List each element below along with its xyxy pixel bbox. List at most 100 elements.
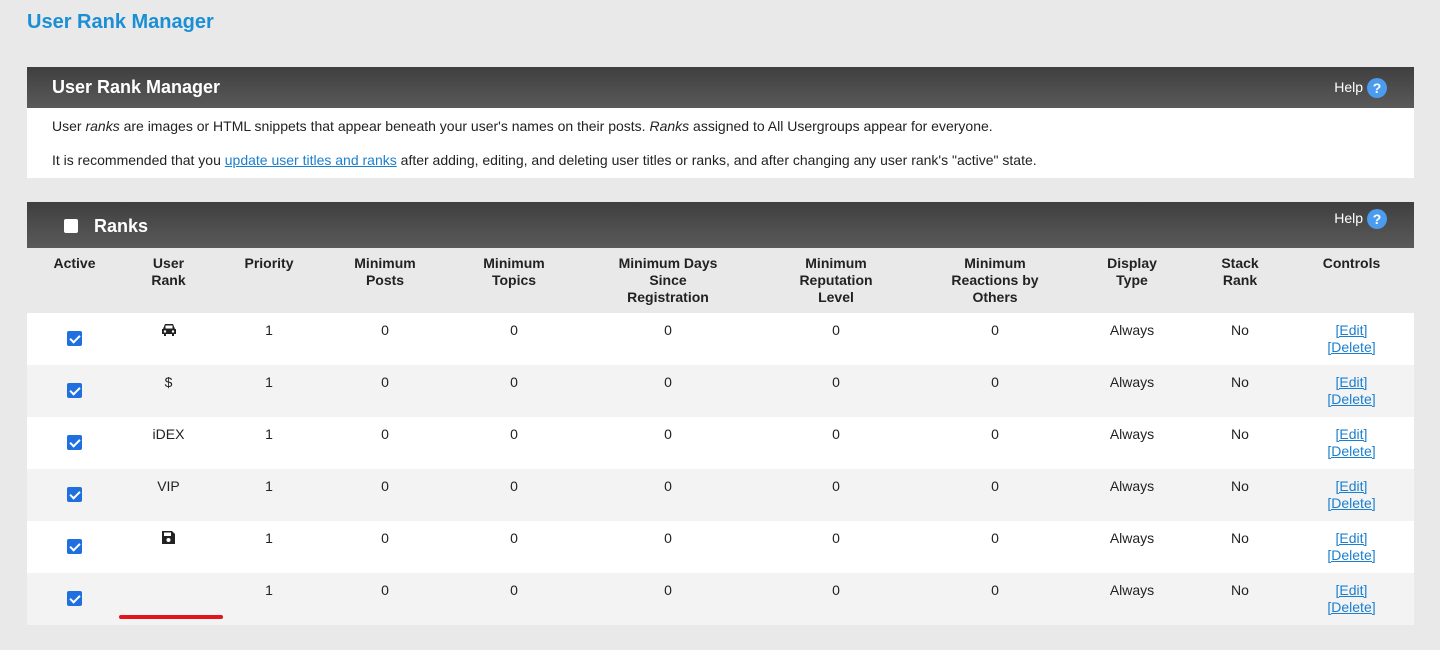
stack-rank-cell: No — [1231, 582, 1249, 598]
column-header-minimum-reputation: Minimum Reputation Level — [755, 248, 917, 313]
table-row: 1 0 0 0 0 0 Always No [Edit] [Delete] — [27, 521, 1414, 573]
min-posts-cell: 0 — [381, 530, 389, 546]
table-row: VIP 1 0 0 0 0 0 Always No [Edit] [Delete] — [27, 469, 1414, 521]
user-rank-cell: $ — [122, 365, 215, 417]
display-type-cell: Always — [1109, 478, 1155, 494]
delete-link[interactable]: [Delete] — [1290, 599, 1413, 616]
ranks-help-button[interactable]: Help ? — [1334, 208, 1387, 229]
display-type-cell: Always — [1109, 530, 1155, 546]
delete-link[interactable]: [Delete] — [1290, 443, 1413, 460]
delete-link[interactable]: [Delete] — [1290, 547, 1413, 564]
edit-link[interactable]: [Edit] — [1290, 478, 1413, 495]
active-cell — [27, 521, 122, 573]
user-rank-cell: VIP — [122, 469, 215, 521]
column-header-minimum-posts: Minimum Posts — [323, 248, 447, 313]
min-reactions-cell: 0 — [991, 530, 999, 546]
column-header-controls: Controls — [1289, 248, 1414, 313]
active-checkbox[interactable] — [67, 331, 82, 346]
question-mark-icon[interactable]: ? — [1367, 209, 1387, 229]
priority-cell: 1 — [265, 322, 273, 338]
controls-cell: [Edit] [Delete] — [1289, 469, 1414, 521]
ranks-panel-title: Ranks — [94, 216, 149, 236]
min-reactions-cell: 0 — [991, 478, 999, 494]
help-button[interactable]: Help ? — [1334, 77, 1387, 98]
info-panel-header: User Rank Manager Help ? — [27, 67, 1414, 108]
column-header-minimum-reactions: Minimum Reactions by Others — [917, 248, 1073, 313]
column-header-minimum-days: Minimum Days Since Registration — [581, 248, 755, 313]
table-header-row: Active User Rank Priority Minimum Posts Minimu… — [27, 248, 1414, 313]
question-mark-icon[interactable]: ? — [1367, 78, 1387, 98]
min-reputation-cell: 0 — [832, 426, 840, 442]
min-topics-cell: 0 — [510, 322, 518, 338]
min-posts-cell: 0 — [381, 582, 389, 598]
user-rank-cell — [122, 313, 215, 365]
annotation-underline — [119, 615, 223, 619]
help-label: Help — [1334, 210, 1363, 226]
active-cell — [27, 365, 122, 417]
edit-link[interactable]: [Edit] — [1290, 374, 1413, 391]
help-label: Help — [1334, 79, 1363, 95]
ranks-panel-header: Ranks Help ? — [27, 202, 1414, 248]
display-type-cell: Always — [1109, 322, 1155, 338]
min-topics-cell: 0 — [510, 374, 518, 390]
min-reputation-cell: 0 — [832, 374, 840, 390]
column-header-user-rank: User Rank — [122, 248, 215, 313]
active-cell — [27, 469, 122, 521]
min-posts-cell: 0 — [381, 374, 389, 390]
min-reactions-cell: 0 — [991, 322, 999, 338]
info-panel-body: User ranks are images or HTML snippets t… — [27, 108, 1414, 178]
select-all-checkbox[interactable] — [64, 219, 78, 233]
controls-cell: [Edit] [Delete] — [1289, 365, 1414, 417]
user-rank-cell: iDEX — [122, 417, 215, 469]
delete-link[interactable]: [Delete] — [1290, 339, 1413, 356]
controls-cell: [Edit] [Delete] — [1289, 313, 1414, 365]
table-row: $1 0 0 0 0 0 Always No [Edit] [Delete] — [27, 365, 1414, 417]
active-checkbox[interactable] — [67, 383, 82, 398]
active-checkbox[interactable] — [67, 435, 82, 450]
stack-rank-cell: No — [1231, 478, 1249, 494]
column-header-minimum-topics: Minimum Topics — [447, 248, 581, 313]
display-type-cell: Always — [1109, 374, 1155, 390]
priority-cell: 1 — [265, 426, 273, 442]
display-type-cell: Always — [1109, 582, 1155, 598]
priority-cell: 1 — [265, 530, 273, 546]
priority-cell: 1 — [265, 374, 273, 390]
min-reputation-cell: 0 — [832, 582, 840, 598]
min-days-cell: 0 — [664, 478, 672, 494]
min-posts-cell: 0 — [381, 426, 389, 442]
min-posts-cell: 0 — [381, 478, 389, 494]
table-row: iDEX 1 0 0 0 0 0 Always No [Edit] [Delete] — [27, 417, 1414, 469]
min-reputation-cell: 0 — [832, 322, 840, 338]
active-checkbox[interactable] — [67, 591, 82, 606]
edit-link[interactable]: [Edit] — [1290, 530, 1413, 547]
active-cell — [27, 313, 122, 365]
min-topics-cell: 0 — [510, 426, 518, 442]
display-type-cell: Always — [1109, 426, 1155, 442]
edit-link[interactable]: [Edit] — [1290, 582, 1413, 599]
info-text-ranks: User ranks are images or HTML snippets t… — [52, 118, 993, 134]
min-reactions-cell: 0 — [991, 426, 999, 442]
user-rank-cell — [122, 521, 215, 573]
min-reactions-cell: 0 — [991, 582, 999, 598]
priority-cell: 1 — [265, 478, 273, 494]
car-icon — [160, 322, 178, 342]
table-row: 1 0 0 0 0 0 Always No [Edit] [Delete] — [27, 313, 1414, 365]
update-titles-ranks-link[interactable]: update user titles and ranks — [225, 152, 397, 168]
min-days-cell: 0 — [664, 426, 672, 442]
active-checkbox[interactable] — [67, 487, 82, 502]
delete-link[interactable]: [Delete] — [1290, 495, 1413, 512]
edit-link[interactable]: [Edit] — [1290, 426, 1413, 443]
stack-rank-cell: No — [1231, 530, 1249, 546]
min-reputation-cell: 0 — [832, 478, 840, 494]
min-days-cell: 0 — [664, 530, 672, 546]
min-days-cell: 0 — [664, 582, 672, 598]
stack-rank-cell: No — [1231, 426, 1249, 442]
min-reputation-cell: 0 — [832, 530, 840, 546]
active-checkbox[interactable] — [67, 539, 82, 554]
delete-link[interactable]: [Delete] — [1290, 391, 1413, 408]
edit-link[interactable]: [Edit] — [1290, 322, 1413, 339]
info-text-recommendation: It is recommended that you update user t… — [52, 152, 1037, 168]
active-cell — [27, 573, 122, 625]
ranks-table: Active User Rank Priority Minimum Posts Minimu… — [27, 248, 1414, 625]
priority-cell: 1 — [265, 582, 273, 598]
